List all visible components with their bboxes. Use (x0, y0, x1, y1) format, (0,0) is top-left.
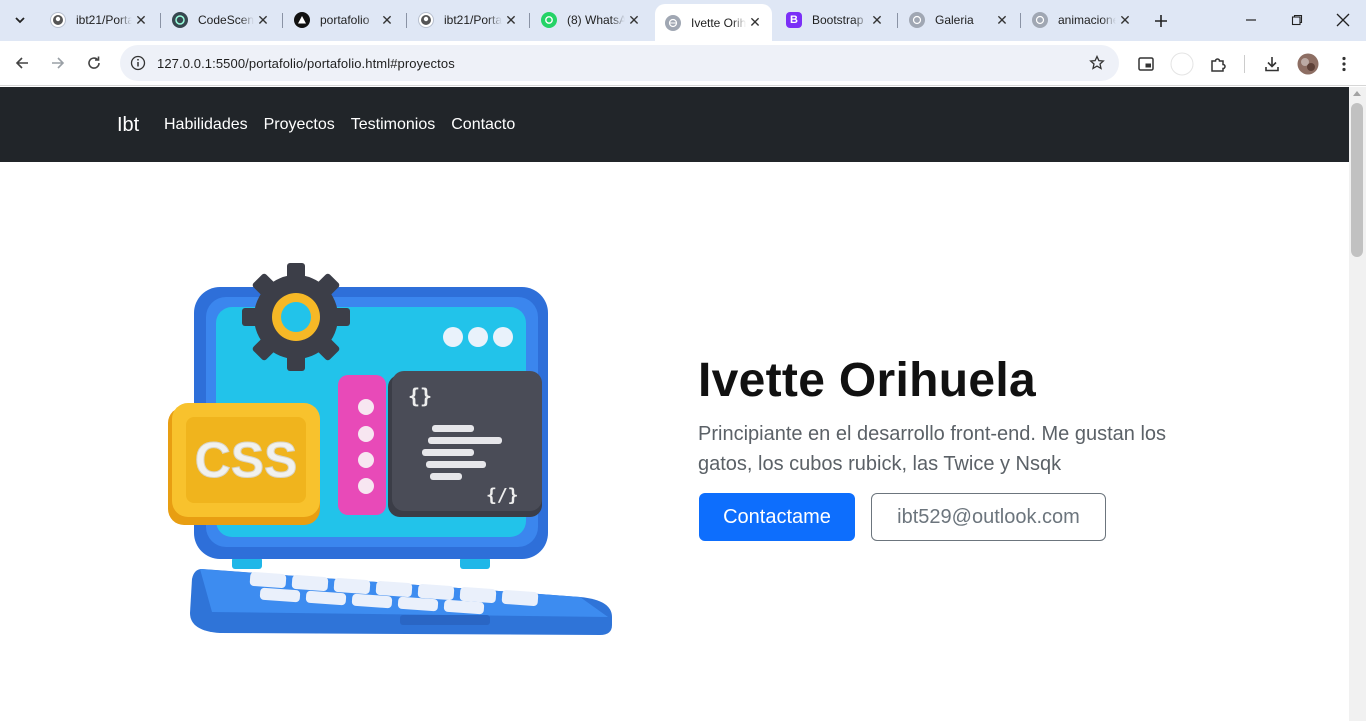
minimize-icon (1246, 19, 1256, 21)
site-info-icon[interactable] (128, 53, 148, 73)
tab-separator (1020, 13, 1021, 28)
page-scrollbar[interactable] (1349, 87, 1366, 721)
close-tab-icon[interactable]: ✕ (132, 11, 150, 29)
nav-link-habilidades[interactable]: Habilidades (164, 116, 248, 134)
tab-title: Ivette Orihuela (691, 15, 746, 30)
tab-title: ibt21/Portafolio (444, 13, 502, 27)
tab-search-button[interactable] (6, 6, 34, 34)
hero-title: Ivette Orihuela (698, 354, 1036, 407)
picture-in-picture-icon[interactable] (1134, 52, 1158, 76)
globe-icon (665, 14, 681, 31)
tab-title: ibt21/Portafolio (76, 13, 132, 27)
toolbar-divider (1244, 55, 1245, 73)
address-bar[interactable]: 127.0.0.1:5500/portafolio/portafolio.htm… (120, 45, 1119, 81)
back-button[interactable] (8, 49, 36, 77)
tab-separator (160, 13, 161, 28)
avatar[interactable] (1296, 52, 1320, 76)
close-tab-icon[interactable]: ✕ (1116, 11, 1134, 29)
minimize-button[interactable] (1228, 0, 1274, 40)
globe-icon (909, 12, 925, 28)
profile-circle-icon[interactable] (1170, 52, 1194, 76)
tab-github-portafolio-1[interactable]: ibt21/Portafolio ✕ (40, 5, 158, 35)
site-navbar: Ibt Habilidades Proyectos Testimonios Co… (0, 87, 1349, 162)
close-icon (1336, 13, 1350, 27)
hero-description: Principiante en el desarrollo front-end.… (698, 423, 1167, 475)
navbar-brand[interactable]: Ibt (117, 114, 139, 137)
tab-vercel-portafolio[interactable]: portafolio ✕ (284, 5, 404, 35)
download-icon[interactable] (1260, 52, 1284, 76)
reload-button[interactable] (80, 49, 108, 77)
vercel-icon (294, 12, 310, 28)
chevron-down-icon (15, 17, 25, 24)
tab-animaciones[interactable]: animaciones ✕ (1022, 5, 1142, 35)
tab-title: Bootstrap (812, 13, 864, 27)
close-tab-icon[interactable]: ✕ (868, 11, 886, 29)
close-tab-icon[interactable]: ✕ (254, 11, 272, 29)
browser-toolbar: 127.0.0.1:5500/portafolio/portafolio.htm… (0, 41, 1366, 86)
reload-icon (88, 56, 100, 69)
email-button[interactable]: ibt529@outlook.com (871, 493, 1106, 541)
tab-github-portafolio-2[interactable]: ibt21/Portafolio ✕ (408, 5, 528, 35)
tab-title: portafolio (320, 13, 370, 27)
tab-separator (529, 13, 530, 28)
close-tab-icon[interactable]: ✕ (993, 11, 1011, 29)
globe-icon (1032, 12, 1048, 28)
svg-text:{}: {} (408, 384, 432, 408)
arrow-left-icon (15, 57, 28, 69)
tab-strip: ibt21/Portafolio ✕ CodeSceneCloud ✕ port… (0, 0, 1366, 41)
forward-button[interactable] (44, 49, 72, 77)
nav-link-testimonios[interactable]: Testimonios (351, 116, 435, 134)
arrow-right-icon (52, 57, 65, 69)
scroll-up-arrow-icon[interactable] (1353, 91, 1361, 96)
more-options-icon[interactable] (1332, 52, 1356, 76)
tab-separator (282, 13, 283, 28)
whatsapp-icon (541, 12, 557, 28)
svg-text:{/}: {/} (486, 485, 519, 506)
tab-codescene[interactable]: CodeSceneCloud ✕ (162, 5, 280, 35)
tab-separator (897, 13, 898, 28)
close-tab-icon[interactable]: ✕ (378, 11, 396, 29)
tab-galeria[interactable]: Galeria ✕ (899, 5, 1019, 35)
new-tab-button[interactable] (1148, 8, 1174, 34)
close-tab-icon[interactable]: ✕ (746, 14, 764, 32)
github-icon (418, 12, 434, 28)
codescene-icon (172, 12, 188, 28)
tab-title: animaciones (1058, 13, 1116, 27)
restore-button[interactable] (1274, 0, 1320, 40)
page-viewport: Ibt Habilidades Proyectos Testimonios Co… (0, 87, 1349, 721)
nav-link-proyectos[interactable]: Proyectos (264, 116, 335, 134)
bookmark-star-icon[interactable] (1087, 53, 1107, 73)
hero-laptop-illustration: {} {/} CSS (168, 263, 612, 635)
tab-title: (8) WhatsApp (567, 13, 625, 27)
close-window-button[interactable] (1320, 0, 1366, 40)
css-badge-label: CSS (195, 432, 298, 488)
tab-separator (406, 13, 407, 28)
url-text[interactable]: 127.0.0.1:5500/portafolio/portafolio.htm… (157, 56, 455, 71)
tab-ivette-orihuela[interactable]: Ivette Orihuela ✕ (655, 4, 772, 41)
tab-title: Galeria (935, 13, 974, 27)
plus-icon (1155, 15, 1167, 27)
bootstrap-icon: B (786, 12, 802, 28)
navbar-links: Habilidades Proyectos Testimonios Contac… (164, 116, 515, 134)
tab-bootstrap[interactable]: B Bootstrap ✕ (776, 5, 894, 35)
close-tab-icon[interactable]: ✕ (502, 11, 520, 29)
restore-icon (1291, 14, 1303, 26)
close-tab-icon[interactable]: ✕ (625, 11, 643, 29)
contact-button[interactable]: Contactame (699, 493, 855, 541)
extensions-puzzle-icon[interactable] (1206, 52, 1230, 76)
tab-title: CodeSceneCloud (198, 13, 254, 27)
nav-link-contacto[interactable]: Contacto (451, 116, 515, 134)
tab-whatsapp[interactable]: (8) WhatsApp ✕ (531, 5, 651, 35)
scrollbar-thumb[interactable] (1351, 103, 1363, 257)
github-icon (50, 12, 66, 28)
